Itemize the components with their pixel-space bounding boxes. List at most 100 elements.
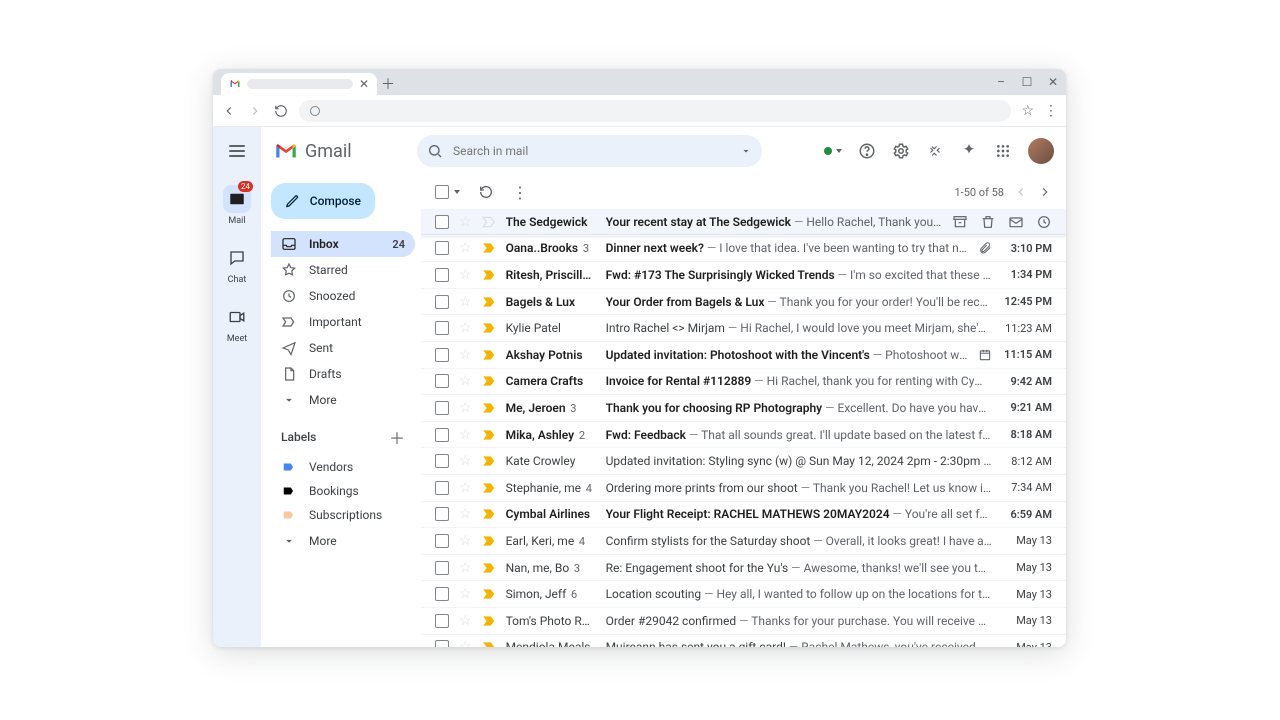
rail-meet[interactable]: Meet bbox=[213, 303, 261, 344]
browser-tab[interactable]: ✕ bbox=[221, 73, 377, 95]
importance-marker-icon[interactable] bbox=[482, 615, 496, 627]
row-checkbox[interactable] bbox=[435, 640, 449, 647]
label-item[interactable]: Bookings bbox=[271, 479, 415, 503]
main-menu-button[interactable] bbox=[227, 141, 247, 161]
row-checkbox[interactable] bbox=[435, 561, 449, 575]
mark-read-icon[interactable] bbox=[1008, 214, 1024, 230]
settings-button[interactable] bbox=[892, 142, 910, 160]
new-tab-button[interactable]: ＋ bbox=[377, 73, 399, 95]
importance-marker-icon[interactable] bbox=[482, 588, 496, 600]
star-icon[interactable]: ☆ bbox=[459, 268, 472, 282]
row-checkbox[interactable] bbox=[435, 481, 449, 495]
folder-starred[interactable]: Starred bbox=[271, 257, 415, 283]
row-checkbox[interactable] bbox=[435, 374, 449, 388]
search-input[interactable] bbox=[453, 144, 730, 158]
row-checkbox[interactable] bbox=[435, 401, 449, 415]
star-icon[interactable]: ☆ bbox=[459, 587, 472, 601]
window-close-button[interactable]: ✕ bbox=[1046, 75, 1060, 89]
delete-icon[interactable] bbox=[980, 214, 996, 230]
row-checkbox[interactable] bbox=[435, 587, 449, 601]
importance-marker-icon[interactable] bbox=[482, 482, 496, 494]
star-icon[interactable]: ☆ bbox=[459, 241, 472, 255]
folder-inbox[interactable]: Inbox 24 bbox=[271, 231, 415, 257]
mail-row[interactable]: ☆ Nan, me, Bo 3 Re: Engagement shoot for… bbox=[421, 555, 1066, 582]
star-icon[interactable]: ☆ bbox=[459, 534, 472, 548]
select-all[interactable] bbox=[435, 185, 460, 199]
row-checkbox[interactable] bbox=[435, 215, 449, 229]
folder-more[interactable]: More bbox=[271, 387, 415, 413]
select-all-caret-icon[interactable] bbox=[454, 190, 460, 194]
archive-icon[interactable] bbox=[952, 214, 968, 230]
spark-button[interactable] bbox=[960, 142, 978, 160]
mail-row[interactable]: ☆ Cymbal Airlines Your Flight Receipt: R… bbox=[421, 502, 1066, 529]
folder-important[interactable]: Important bbox=[271, 309, 415, 335]
star-icon[interactable]: ☆ bbox=[459, 507, 472, 521]
refresh-button[interactable] bbox=[478, 184, 494, 200]
rail-mail[interactable]: 24 Mail bbox=[213, 185, 261, 226]
importance-marker-icon[interactable] bbox=[482, 562, 496, 574]
star-icon[interactable]: ☆ bbox=[459, 614, 472, 628]
importance-marker-icon[interactable] bbox=[482, 375, 496, 387]
row-checkbox[interactable] bbox=[435, 454, 449, 468]
status-indicator[interactable] bbox=[824, 142, 842, 160]
mail-row[interactable]: ☆ Earl, Keri, me 4 Confirm stylists for … bbox=[421, 528, 1066, 555]
row-checkbox[interactable] bbox=[435, 507, 449, 521]
mail-row[interactable]: ☆ Simon, Jeff 6 Location scoutingHey all… bbox=[421, 581, 1066, 608]
row-checkbox[interactable] bbox=[435, 348, 449, 362]
page-prev-button[interactable] bbox=[1014, 185, 1028, 199]
row-checkbox[interactable] bbox=[435, 428, 449, 442]
mail-row[interactable]: ☆ Kylie Patel Intro Rachel <> MirjamHi R… bbox=[421, 315, 1066, 342]
star-icon[interactable]: ☆ bbox=[459, 348, 472, 362]
folder-drafts[interactable]: Drafts bbox=[271, 361, 415, 387]
address-bar[interactable] bbox=[299, 100, 1011, 122]
search-options-icon[interactable] bbox=[740, 145, 752, 157]
mail-row[interactable]: ☆ Oana..Brooks 3 Dinner next week?I love… bbox=[421, 236, 1066, 263]
labels-more[interactable]: More bbox=[271, 529, 415, 553]
row-checkbox[interactable] bbox=[435, 534, 449, 548]
mail-row[interactable]: ☆ Ritesh, Priscilla 2 Fwd: #173 The Surp… bbox=[421, 262, 1066, 289]
label-item[interactable]: Vendors bbox=[271, 455, 415, 479]
mail-row[interactable]: ☆ Stephanie, me 4 Ordering more prints f… bbox=[421, 475, 1066, 502]
window-maximize-button[interactable]: ☐ bbox=[1020, 75, 1034, 89]
support-button[interactable] bbox=[858, 142, 876, 160]
importance-marker-icon[interactable] bbox=[482, 455, 496, 467]
mail-row[interactable]: ☆ Me, Jeroen 3 Thank you for choosing RP… bbox=[421, 395, 1066, 422]
row-checkbox[interactable] bbox=[435, 321, 449, 335]
window-minimize-button[interactable]: – bbox=[994, 75, 1008, 89]
nav-reload-button[interactable] bbox=[273, 103, 289, 119]
mail-row[interactable]: ☆ Mendiola Meals Muireann has sent you a… bbox=[421, 635, 1066, 648]
mail-row[interactable]: ☆ Tom's Photo Rental Order #29042 confir… bbox=[421, 608, 1066, 635]
row-checkbox[interactable] bbox=[435, 268, 449, 282]
snooze-icon[interactable] bbox=[1036, 214, 1052, 230]
star-icon[interactable]: ☆ bbox=[459, 481, 472, 495]
importance-marker-icon[interactable] bbox=[482, 402, 496, 414]
row-checkbox[interactable] bbox=[435, 241, 449, 255]
star-icon[interactable]: ☆ bbox=[459, 295, 472, 309]
select-all-checkbox[interactable] bbox=[435, 185, 449, 199]
bookmark-star-icon[interactable]: ☆ bbox=[1021, 104, 1034, 118]
importance-marker-icon[interactable] bbox=[482, 216, 496, 228]
google-apps-button[interactable] bbox=[994, 142, 1012, 160]
mail-row[interactable]: ☆ Akshay Potnis Updated invitation: Phot… bbox=[421, 342, 1066, 369]
importance-marker-icon[interactable] bbox=[482, 322, 496, 334]
star-icon[interactable]: ☆ bbox=[459, 561, 472, 575]
star-icon[interactable]: ☆ bbox=[459, 374, 472, 388]
page-next-button[interactable] bbox=[1038, 185, 1052, 199]
folder-sent[interactable]: Sent bbox=[271, 335, 415, 361]
nav-forward-button[interactable] bbox=[247, 103, 263, 119]
mail-row[interactable]: ☆ Kate Crowley Updated invitation: Styli… bbox=[421, 448, 1066, 475]
importance-marker-icon[interactable] bbox=[482, 296, 496, 308]
more-actions-button[interactable]: ⋮ bbox=[512, 183, 528, 202]
mail-row[interactable]: ☆ The Sedgewick Your recent stay at The … bbox=[421, 209, 1066, 236]
star-icon[interactable]: ☆ bbox=[459, 428, 472, 442]
star-icon[interactable]: ☆ bbox=[459, 401, 472, 415]
search-bar[interactable] bbox=[417, 135, 762, 167]
importance-marker-icon[interactable] bbox=[482, 641, 496, 647]
label-item[interactable]: Subscriptions bbox=[271, 503, 415, 527]
nav-back-button[interactable] bbox=[221, 103, 237, 119]
mail-row[interactable]: ☆ Mika, Ashley 2 Fwd: FeedbackThat all s… bbox=[421, 422, 1066, 449]
importance-marker-icon[interactable] bbox=[482, 429, 496, 441]
row-checkbox[interactable] bbox=[435, 295, 449, 309]
star-icon[interactable]: ☆ bbox=[459, 321, 472, 335]
rail-chat[interactable]: Chat bbox=[213, 244, 261, 285]
